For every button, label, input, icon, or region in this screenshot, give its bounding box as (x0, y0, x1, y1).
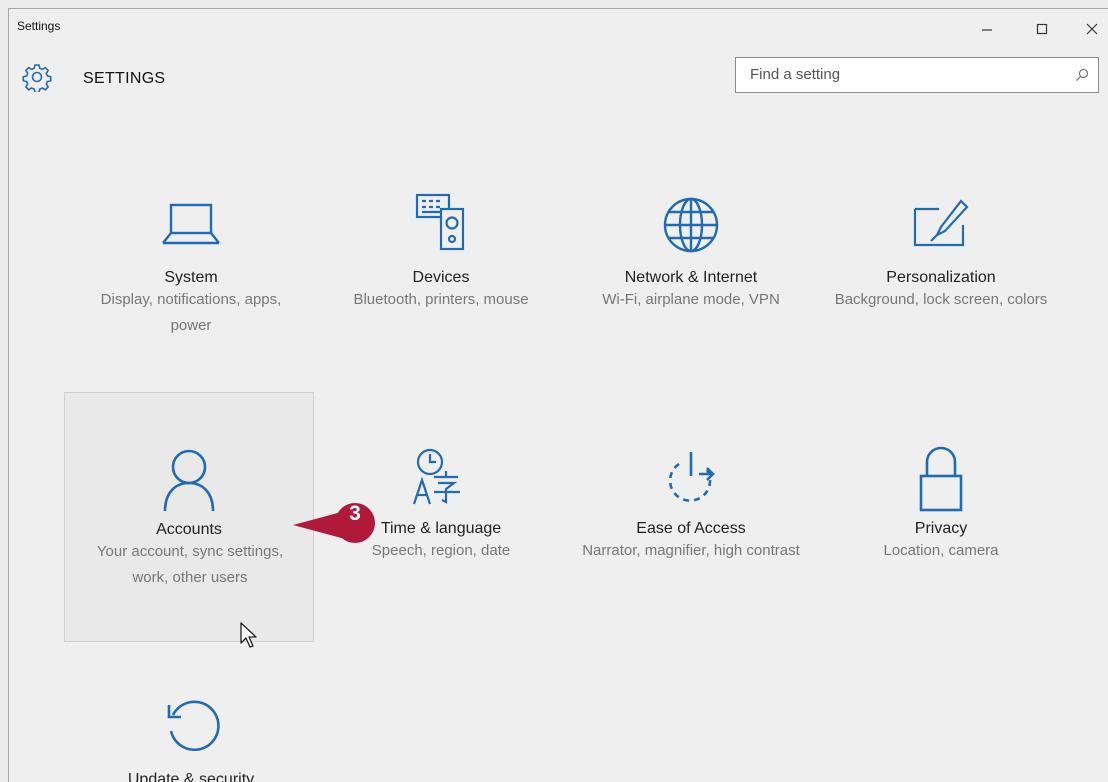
tile-title: Personalization (886, 269, 996, 286)
settings-window: Settings SETTINGS Find a setting System … (8, 8, 1108, 782)
tile-network[interactable]: Network & Internet Wi-Fi, airplane mode,… (566, 179, 816, 379)
tile-desc: Wi-Fi, airplane mode, VPN (602, 291, 780, 308)
maximize-button[interactable] (1019, 13, 1065, 45)
tile-desc: Narrator, magnifier, high contrast (582, 542, 800, 559)
close-icon (1086, 23, 1098, 35)
tile-accounts[interactable]: Accounts Your account, sync settings, wo… (64, 392, 314, 642)
tile-devices[interactable]: Devices Bluetooth, printers, mouse (316, 179, 566, 379)
search-input[interactable]: Find a setting (735, 57, 1099, 93)
tile-title: Update & security (127, 771, 255, 782)
tile-title: System (164, 269, 218, 286)
mouse-cursor-icon (240, 622, 257, 648)
lock-icon (816, 442, 1066, 514)
settings-header: SETTINGS Find a setting (9, 57, 1108, 101)
devices-icon (316, 191, 566, 253)
tile-title: Privacy (914, 520, 968, 537)
tile-title: Network & Internet (624, 269, 758, 286)
gear-icon (22, 62, 52, 97)
callout-number: 3 (349, 502, 361, 525)
tile-desc: Your account, sync settings, work, other… (96, 543, 284, 586)
person-icon (65, 445, 313, 515)
tile-title: Ease of Access (636, 520, 746, 537)
minimize-button[interactable] (964, 13, 1010, 45)
tile-privacy[interactable]: Privacy Location, camera (816, 392, 1066, 642)
page-title: SETTINGS (83, 70, 166, 87)
globe-icon (566, 193, 816, 257)
tile-desc: Display, notifications, apps, power (100, 291, 282, 334)
title-bar: Settings (9, 9, 1108, 49)
tile-desc: Background, lock screen, colors (834, 291, 1048, 308)
tile-system[interactable]: System Display, notifications, apps, pow… (66, 179, 316, 379)
tile-personalization[interactable]: Personalization Background, lock screen,… (816, 179, 1066, 379)
laptop-icon (66, 199, 316, 249)
search-placeholder: Find a setting (750, 66, 841, 83)
tile-desc: Location, camera (883, 542, 999, 559)
update-icon (66, 693, 316, 757)
ease-of-access-icon (566, 446, 816, 510)
tile-update-security[interactable]: Update & security (66, 683, 316, 782)
tile-title: Accounts (156, 521, 222, 538)
tile-title: Devices (412, 269, 470, 286)
tile-desc: Bluetooth, printers, mouse (353, 291, 529, 308)
window-title: Settings (17, 19, 61, 33)
paint-icon (816, 195, 1066, 251)
close-button[interactable] (1069, 13, 1108, 45)
search-icon (1074, 67, 1090, 88)
tile-ease-of-access[interactable]: Ease of Access Narrator, magnifier, high… (566, 392, 816, 642)
